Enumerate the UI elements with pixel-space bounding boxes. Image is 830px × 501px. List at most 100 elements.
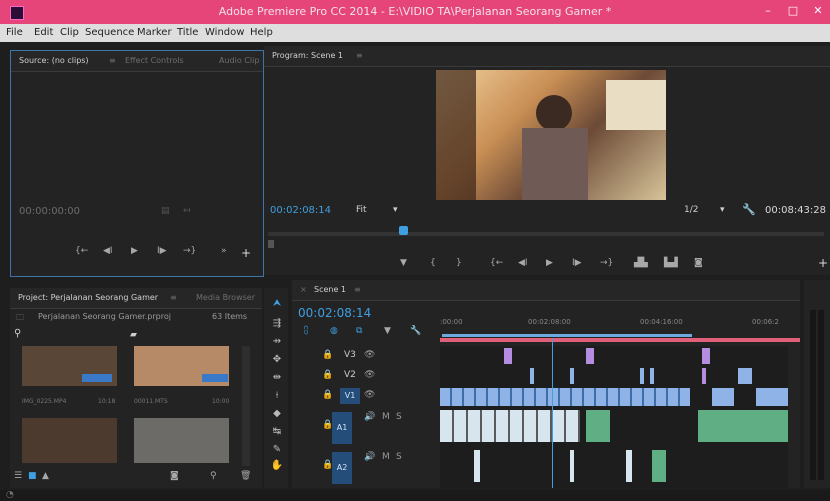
program-scrub-bar[interactable] [268,232,824,236]
add-button-icon[interactable]: + [818,256,828,270]
razor-tool-icon[interactable]: ⟊ [268,390,286,404]
solo-toggle[interactable]: S [396,452,402,462]
tab-media-browser[interactable]: Media Browser [196,293,255,302]
menu-marker[interactable]: Marker [137,27,172,38]
track-target-v1[interactable]: V1 [340,388,360,404]
solo-toggle[interactable]: S [396,412,402,422]
maximize-icon[interactable]: □ [785,4,801,18]
zoom-slider-icon[interactable]: ▲ [42,471,49,481]
fit-dropdown[interactable]: Fit [356,205,367,215]
timeline-ruler[interactable]: :00:00 00:02:08:00 00:04:16:00 00:06:2 [440,318,800,330]
mark-out-icon[interactable]: } [456,258,462,268]
safe-margin-icon[interactable]: ▤ [161,206,170,216]
hamburger-icon[interactable]: ≡ [356,51,363,60]
audio-clip[interactable] [652,450,666,482]
menu-title[interactable]: Title [177,27,198,38]
eye-icon[interactable]: 👁 [364,370,375,380]
video-clip[interactable] [702,348,710,364]
speaker-icon[interactable]: 🔊 [364,452,375,462]
go-to-out-icon[interactable]: →} [600,258,613,268]
close-icon[interactable]: × [300,285,307,294]
chevron-down-icon[interactable]: ▾ [393,205,398,215]
step-forward-icon[interactable]: I▶ [157,246,167,256]
rolling-edit-tool-icon[interactable]: ✥ [268,354,286,368]
slip-tool-icon[interactable]: ◆ [268,408,286,422]
tab-effect-controls[interactable]: Effect Controls [125,56,184,65]
clip-thumbnail[interactable] [22,418,117,463]
wrench-icon[interactable]: 🔧 [410,326,421,336]
list-view-icon[interactable]: ☰ [14,471,22,481]
mute-toggle[interactable]: M [382,452,390,462]
hamburger-icon[interactable]: ≡ [109,56,116,65]
video-clip[interactable] [756,388,788,406]
step-back-icon[interactable]: ◀I [518,258,528,268]
find-icon[interactable]: ⚲ [210,471,217,481]
export-frame-icon[interactable]: ◙ [694,258,703,268]
step-back-icon[interactable]: ◀I [103,246,113,256]
rate-stretch-tool-icon[interactable]: ⇹ [268,372,286,386]
icon-view-icon[interactable]: ■ [28,471,37,481]
menu-help[interactable]: Help [250,27,273,38]
audio-clip[interactable] [474,450,480,482]
tab-scene-1[interactable]: Scene 1 [314,285,346,294]
mark-in-icon[interactable]: {← [75,246,88,256]
hamburger-icon[interactable]: ≡ [354,285,361,294]
video-clip[interactable] [586,348,594,364]
clip-thumbnail[interactable] [134,418,229,463]
ripple-edit-tool-icon[interactable]: ⇸ [268,336,286,350]
linked-selection-icon[interactable]: ◍ [330,326,338,336]
button-editor-icon[interactable]: » [221,246,227,256]
video-clip[interactable] [738,368,752,384]
nest-icon[interactable]: ⧉ [356,326,362,336]
tab-source[interactable]: Source: (no clips) [19,56,89,65]
minimize-icon[interactable]: – [760,4,776,18]
insert-icon[interactable]: ↤ [183,206,191,216]
wrench-icon[interactable]: 🔧 [742,203,756,216]
play-icon[interactable]: ▶ [546,258,553,268]
audio-clip[interactable] [626,450,632,482]
go-to-out-icon[interactable]: →} [183,246,196,256]
extract-icon[interactable]: ▙▟ [664,258,678,268]
audio-clip[interactable] [570,450,574,482]
add-marker-icon[interactable]: ▼ [400,258,407,268]
lift-icon[interactable]: ▟▙ [634,258,648,268]
program-playhead[interactable] [399,226,408,235]
video-clip[interactable] [530,368,534,384]
audio-clip[interactable] [586,410,610,442]
video-clip[interactable] [712,388,734,406]
work-area-bar[interactable] [440,338,800,342]
video-clip[interactable] [640,368,644,384]
track-target-a2[interactable]: A2 [332,452,352,484]
slide-tool-icon[interactable]: ↹ [268,426,286,440]
menu-window[interactable]: Window [205,27,244,38]
tab-project[interactable]: Project: Perjalanan Seorang Gamer [18,293,158,302]
play-icon[interactable]: ▶ [131,246,138,256]
clip-thumbnail[interactable] [22,346,117,386]
video-clip[interactable] [504,348,512,364]
menu-file[interactable]: File [6,27,23,38]
mute-toggle[interactable]: M [382,412,390,422]
tab-program[interactable]: Program: Scene 1 [272,51,343,60]
menu-clip[interactable]: Clip [60,27,79,38]
video-clip[interactable] [650,368,654,384]
add-marker-icon[interactable]: ▼ [384,326,391,336]
zoom-handle[interactable] [268,240,274,248]
video-clip-strip[interactable] [440,388,690,406]
resolution-dropdown[interactable]: 1/2 [684,205,698,215]
lock-icon[interactable]: 🔒 [322,370,333,380]
track-target-a1[interactable]: A1 [332,412,352,444]
track-select-tool-icon[interactable]: ⇶ [268,318,286,332]
timeline-tracks[interactable] [440,338,788,488]
lock-icon[interactable]: 🔒 [322,350,333,360]
hamburger-icon[interactable]: ≡ [170,293,177,302]
go-to-in-icon[interactable]: {← [490,258,503,268]
new-bin-icon[interactable]: ◙ [170,471,179,481]
hand-tool-icon[interactable]: ✋ [268,460,286,474]
menu-sequence[interactable]: Sequence [85,27,134,38]
pen-tool-icon[interactable]: ✎ [268,444,286,458]
selection-tool-icon[interactable]: ⮝ [268,298,286,312]
search-icon[interactable]: ⚲ [14,328,21,339]
audio-clip-strip[interactable] [440,410,580,442]
eye-icon[interactable]: 👁 [364,390,375,400]
mark-in-icon[interactable]: { [430,258,436,268]
